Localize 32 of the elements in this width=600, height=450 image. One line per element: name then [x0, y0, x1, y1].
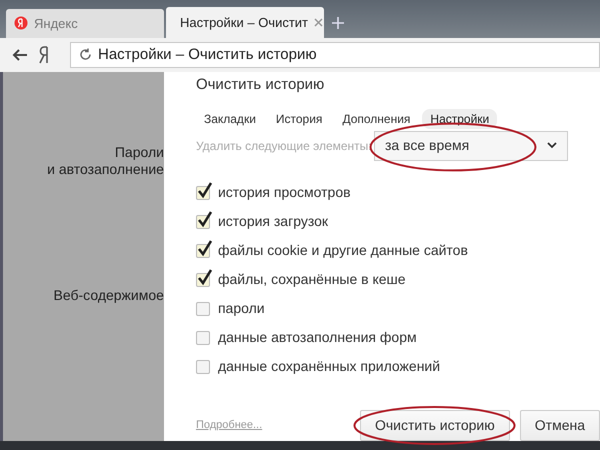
- period-value: за все время: [384, 136, 470, 156]
- settings-label: Пароли и автозаполнение: [47, 144, 164, 178]
- cancel-button[interactable]: Отмена: [520, 410, 600, 441]
- chevron-down-icon: [546, 142, 557, 150]
- checkbox[interactable]: [196, 302, 210, 316]
- close-icon[interactable]: [314, 18, 324, 27]
- settings-label: Веб-содержимое: [54, 287, 164, 304]
- back-arrow-icon[interactable]: [12, 48, 28, 62]
- checkbox-label: файлы cookie и другие данные сайтов: [218, 241, 468, 260]
- clear-history-button[interactable]: Очистить историю: [360, 410, 510, 441]
- new-tab-icon[interactable]: [332, 17, 344, 30]
- address-text: Настройки – Очистить историю: [98, 44, 317, 65]
- dialog-tab[interactable]: История: [268, 108, 330, 129]
- checkbox-label: данные сохранённых приложений: [218, 357, 440, 376]
- checkbox[interactable]: [196, 330, 210, 345]
- checkbox-label: данные автозаполнения форм: [218, 328, 417, 348]
- dialog-tab[interactable]: Дополнения: [334, 108, 418, 129]
- address-bar[interactable]: Настройки – Очистить историю: [70, 42, 600, 68]
- dialog-tab[interactable]: Настройки: [422, 108, 498, 129]
- checkbox-label: история просмотров: [218, 183, 351, 202]
- browser-tab[interactable]: Настройки – Очистит: [166, 6, 324, 38]
- period-dropdown[interactable]: за все время: [374, 130, 568, 161]
- checkbox-label: файлы, сохранённые в кеше: [218, 270, 406, 290]
- tab-title: Яндекс: [34, 14, 78, 33]
- yandex-logo-icon: [14, 16, 28, 30]
- tab-title: Настройки – Очистит: [180, 14, 308, 32]
- dialog-tab[interactable]: Закладки: [196, 108, 264, 129]
- reload-icon[interactable]: [79, 48, 92, 62]
- checkbox-label: пароли: [218, 299, 265, 318]
- checkbox-label: история загрузок: [218, 212, 328, 232]
- dialog-title: Очистить историю: [196, 75, 324, 96]
- checkbox[interactable]: [196, 360, 210, 374]
